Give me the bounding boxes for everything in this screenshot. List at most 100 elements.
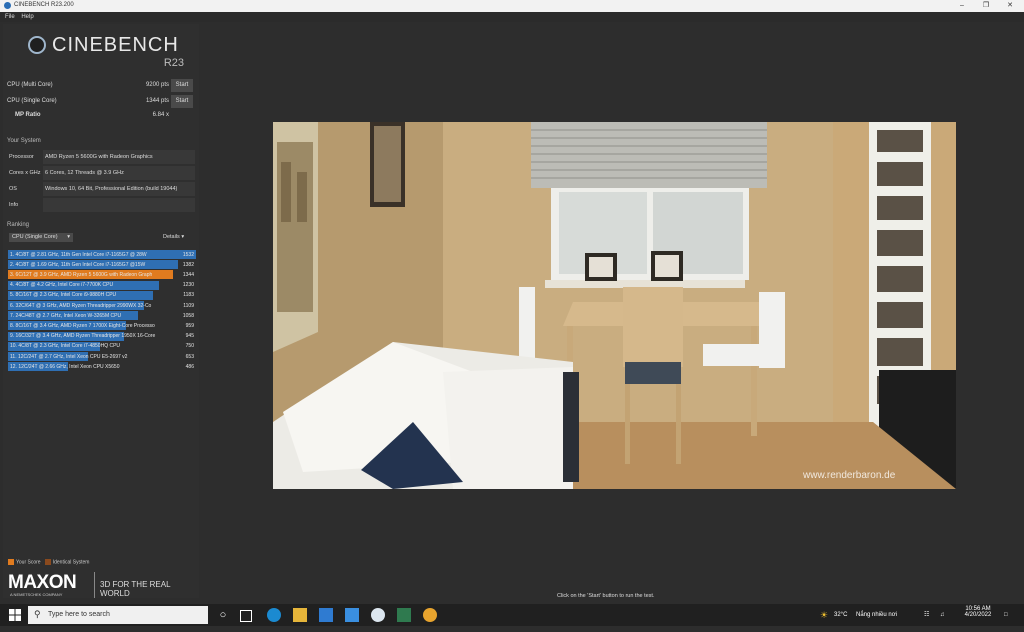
weather-description[interactable]: Nắng nhiều nơi xyxy=(856,604,897,626)
mp-ratio-label: MP Ratio xyxy=(15,112,41,118)
ranking-score: 1532 xyxy=(182,251,194,258)
benchmark-points: 9200 pts xyxy=(145,82,169,88)
windows-start-icon[interactable] xyxy=(8,608,22,622)
info-field[interactable] xyxy=(43,198,195,212)
network-icon[interactable]: ☷ xyxy=(924,604,929,626)
minimize-icon[interactable]: – xyxy=(950,0,974,12)
ranking-row[interactable]: 11. 12C/24T @ 2.7 GHz, Intel Xeon CPU E5… xyxy=(8,352,196,361)
system-row-cores: Cores x GHz 6 Cores, 12 Threads @ 3.9 GH… xyxy=(5,166,197,180)
benchmark-label: CPU (Multi Core) xyxy=(7,82,53,88)
ranking-score: 959 xyxy=(185,322,194,329)
ranking-test-dropdown[interactable]: CPU (Single Core) ▾ xyxy=(9,233,73,242)
status-hint: Click on the 'Start' button to run the t… xyxy=(557,593,655,599)
ranking-label: 7. 24C/48T @ 2.7 GHz, Intel Xeon W-3265M… xyxy=(10,312,122,319)
maxon-logo: MAXON xyxy=(8,572,77,593)
search-placeholder: Type here to search xyxy=(48,611,110,618)
ranking-score: 1183 xyxy=(183,292,194,299)
ranking-label: 12. 12C/24T @ 2.66 GHz, Intel Xeon CPU X… xyxy=(10,363,120,370)
app-check-icon[interactable] xyxy=(397,608,411,622)
file-explorer-icon[interactable] xyxy=(293,608,307,622)
system-clock[interactable]: 10:56 AM 4/20/2022 xyxy=(962,606,994,628)
system-key: OS xyxy=(9,186,17,192)
ranking-label: 8. 8C/16T @ 3.4 GHz, AMD Ryzen 7 1700X E… xyxy=(10,322,155,329)
cinebench-taskbar-icon[interactable] xyxy=(371,608,385,622)
cortana-icon[interactable]: ○ xyxy=(216,608,230,622)
system-value: AMD Ryzen 5 5600G with Radeon Graphics xyxy=(43,150,195,164)
ranking-row[interactable]: 4. 4C/8T @ 4.2 GHz, Intel Core i7-7700K … xyxy=(8,280,196,290)
system-key: Cores x GHz xyxy=(9,170,41,176)
ranking-row[interactable]: 5. 8C/16T @ 2.3 GHz, Intel Core i9-9880H… xyxy=(8,290,196,300)
ranking-row[interactable]: 1. 4C/8T @ 2.81 GHz, 11th Gen Intel Core… xyxy=(8,250,196,259)
ranking-score: 1344 xyxy=(182,271,194,278)
ranking-label: 10. 4C/8T @ 2.3 GHz, Intel Core i7-4850H… xyxy=(10,343,121,350)
window-title: CINEBENCH R23.200 xyxy=(14,2,74,8)
microsoft-store-icon[interactable] xyxy=(319,608,333,622)
close-icon[interactable]: ✕ xyxy=(998,0,1022,12)
windows-taskbar: ⚲ Type here to search ○ ☀ 32°C Nắng nhiề… xyxy=(0,604,1024,626)
ranking-row[interactable]: 12. 12C/24T @ 2.66 GHz, Intel Xeon CPU X… xyxy=(8,362,196,372)
ranking-row[interactable]: 9. 16C/32T @ 3.4 GHz, AMD Ryzen Threadri… xyxy=(8,331,196,341)
identical-system-swatch xyxy=(44,559,51,565)
clock-date: 4/20/2022 xyxy=(964,612,992,618)
system-value: Windows 10, 64 Bit, Professional Edition… xyxy=(43,182,195,196)
cinebench-logo: CINEBENCH R23 xyxy=(28,32,188,72)
ranking-row[interactable]: 10. 4C/8T @ 2.3 GHz, Intel Core i7-4850H… xyxy=(8,341,196,351)
ranking-label: 3. 6C/12T @ 3.9 GHz, AMD Ryzen 5 5600G w… xyxy=(10,271,153,278)
ranking-score: 945 xyxy=(185,333,194,340)
ranking-score: 1382 xyxy=(182,261,194,268)
score-legend: Your Score Identical System xyxy=(8,559,89,565)
render-view: www.renderbaron.de xyxy=(273,122,956,489)
start-multi-core-button[interactable]: Start xyxy=(171,79,193,92)
menu-bar: File Help xyxy=(0,12,1024,22)
ranking-row[interactable]: 2. 4C/8T @ 1.69 GHz, 11th Gen Intel Core… xyxy=(8,260,196,270)
ranking-row[interactable]: 6. 32C/64T @ 3 GHz, AMD Ryzen Threadripp… xyxy=(8,301,196,310)
your-score-label: Your Score xyxy=(16,559,41,566)
ranking-label: 6. 32C/64T @ 3 GHz, AMD Ryzen Threadripp… xyxy=(10,302,152,309)
mp-ratio: MP Ratio 6.84 x xyxy=(7,109,195,122)
menu-help[interactable]: Help xyxy=(21,12,33,22)
benchmark-label: CPU (Single Core) xyxy=(7,98,57,104)
ranking-row[interactable]: 7. 24C/48T @ 2.7 GHz, Intel Xeon W-3265M… xyxy=(8,311,196,321)
benchmark-single-core: CPU (Single Core) 1344 pts Start xyxy=(7,95,195,108)
taskbar-search-box[interactable]: ⚲ Type here to search xyxy=(28,606,208,624)
ranking-label: 9. 16C/32T @ 3.4 GHz, AMD Ryzen Threadri… xyxy=(10,333,156,340)
system-value: 6 Cores, 12 Threads @ 3.9 GHz xyxy=(43,166,195,180)
ranking-heading: Ranking xyxy=(7,222,30,228)
system-row-processor: Processor AMD Ryzen 5 5600G with Radeon … xyxy=(5,150,197,164)
render-watermark: www.renderbaron.de xyxy=(802,470,896,481)
ranking-row[interactable]: 3. 6C/12T @ 3.9 GHz, AMD Ryzen 5 5600G w… xyxy=(8,270,196,280)
mail-icon[interactable] xyxy=(345,608,359,622)
ranking-score: 486 xyxy=(185,363,194,370)
maxon-subtitle: A NEMETSCHEK COMPANY xyxy=(10,592,63,597)
chrome-browser-icon[interactable] xyxy=(423,608,437,622)
left-panel: CINEBENCH R23 CPU (Multi Core) 9200 pts … xyxy=(3,24,199,598)
weather-temperature[interactable]: 32°C xyxy=(834,604,847,626)
ranking-score: 1058 xyxy=(182,312,194,319)
identical-system-label: Identical System xyxy=(52,559,90,566)
start-single-core-button[interactable]: Start xyxy=(171,95,193,108)
ranking-label: 11. 12C/24T @ 2.7 GHz, Intel Xeon CPU E5… xyxy=(10,353,128,360)
volume-icon[interactable]: ♫ xyxy=(940,604,945,626)
ranking-score: 750 xyxy=(185,343,194,350)
menu-file[interactable]: File xyxy=(5,12,15,22)
ranking-label: 5. 8C/16T @ 2.3 GHz, Intel Core i9-9880H… xyxy=(10,292,117,299)
ranking-score: 1109 xyxy=(183,302,194,309)
system-row-os: OS Windows 10, 64 Bit, Professional Edit… xyxy=(5,182,197,196)
task-view-icon[interactable] xyxy=(240,610,252,622)
maxon-branding: MAXON A NEMETSCHEK COMPANY 3D FOR THE RE… xyxy=(8,572,198,598)
title-bar: CINEBENCH R23.200 – ❐ ✕ xyxy=(0,0,1024,12)
search-icon: ⚲ xyxy=(34,609,41,619)
notification-icon[interactable]: □ xyxy=(1004,604,1008,626)
ranking-score: 653 xyxy=(185,353,194,360)
maximize-icon[interactable]: ❐ xyxy=(974,0,998,12)
details-label: Details xyxy=(163,234,180,240)
ranking-row[interactable]: 8. 8C/16T @ 3.4 GHz, AMD Ryzen 7 1700X E… xyxy=(8,321,196,331)
ranking-score: 1230 xyxy=(182,282,194,289)
system-row-info: Info xyxy=(5,198,197,212)
edge-browser-icon[interactable] xyxy=(267,608,281,622)
weather-sun-icon[interactable]: ☀ xyxy=(820,610,828,632)
branding-divider xyxy=(94,572,95,598)
benchmark-multi-core: CPU (Multi Core) 9200 pts Start xyxy=(7,79,195,92)
details-toggle[interactable]: Details ▾ xyxy=(163,234,184,240)
ranking-label: 2. 4C/8T @ 1.69 GHz, 11th Gen Intel Core… xyxy=(10,261,146,268)
